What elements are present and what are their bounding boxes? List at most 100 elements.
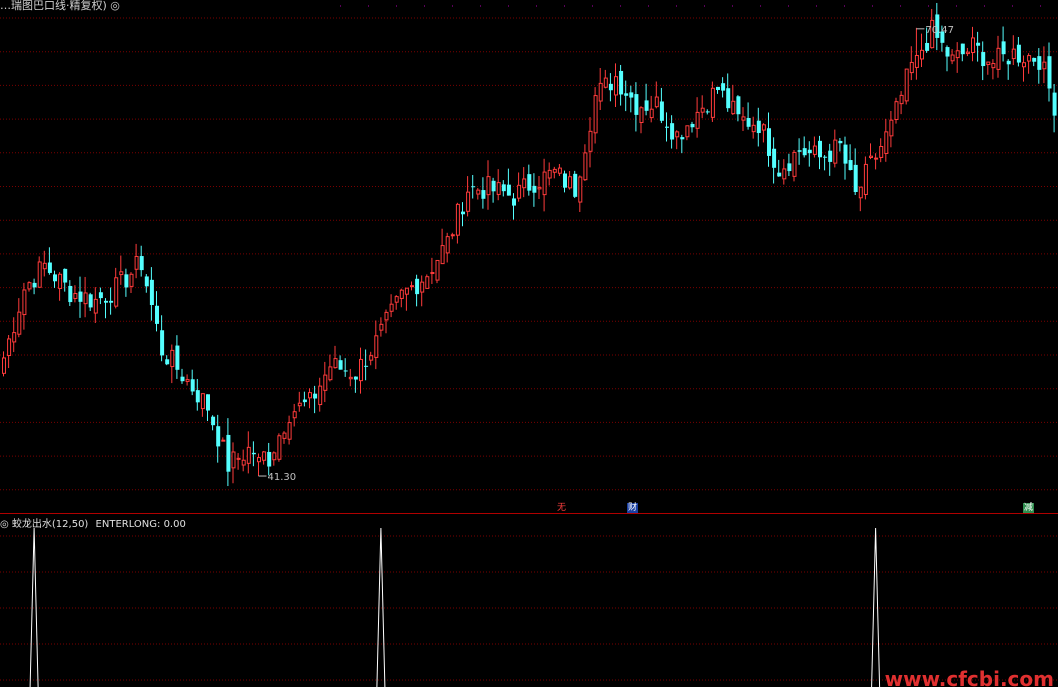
candle-down [787, 163, 792, 172]
candle-down [364, 365, 369, 367]
candle-down [104, 300, 108, 303]
candle-up [12, 332, 17, 343]
candle-down [53, 274, 57, 282]
candle-up [374, 335, 379, 358]
candle-up [27, 282, 32, 290]
candle-up [904, 68, 909, 102]
candle-down [190, 379, 195, 392]
candle-up [920, 49, 924, 60]
candle-down [78, 291, 83, 302]
candle-up [1042, 61, 1047, 70]
candle-up [389, 303, 394, 312]
candle-up [879, 146, 884, 158]
candle-down [807, 149, 812, 154]
main-price-chart[interactable]: 70.47 41.30 [0, 0, 1058, 514]
candle-up [22, 289, 27, 316]
candle-up [695, 111, 700, 129]
candle-down [746, 117, 751, 127]
candle-down [634, 94, 639, 115]
candle-up [200, 393, 205, 410]
candle-up [236, 457, 241, 460]
candle-up [874, 157, 879, 160]
candle-up [282, 432, 287, 439]
candle-down [216, 426, 221, 447]
candle-down [109, 300, 114, 303]
candle-up [58, 273, 63, 289]
candle-up [542, 171, 547, 196]
candle-down [338, 360, 343, 370]
candle-up [782, 168, 787, 180]
candle-up [369, 355, 374, 361]
candle-down [818, 140, 822, 158]
candle-up [588, 130, 593, 152]
candle-up [552, 168, 557, 173]
candle-up [83, 292, 88, 305]
event-marker-finance[interactable]: 财 [627, 503, 639, 513]
candle-up [914, 54, 919, 68]
candle-up [318, 385, 323, 406]
candle-down [797, 150, 802, 152]
candle-up [333, 358, 338, 369]
candle-up [410, 285, 414, 288]
candle-down [1001, 41, 1006, 55]
candle-up [593, 95, 598, 134]
candle-down [945, 47, 950, 57]
candle-down [353, 376, 358, 380]
candle-down [624, 93, 629, 96]
candle-up [277, 435, 282, 460]
candle-up [129, 273, 134, 287]
candle-down [180, 376, 185, 382]
candle-up [246, 446, 251, 464]
candle-down [838, 140, 843, 144]
candle-up [292, 411, 297, 419]
candle-down [1032, 57, 1037, 62]
candle-down [1016, 44, 1021, 63]
event-marker-none[interactable]: 无 [556, 503, 567, 513]
candle-up [73, 293, 78, 299]
candle-up [522, 178, 527, 189]
candle-down [415, 278, 420, 295]
candle-up [425, 276, 430, 289]
candle-up [710, 87, 715, 118]
candle-down [155, 305, 159, 324]
candle-up [328, 366, 333, 381]
candle-down [175, 345, 180, 370]
candle-down [211, 416, 216, 426]
event-marker-reduce[interactable]: 减 [1023, 503, 1035, 513]
candle-down [670, 123, 675, 140]
candle-up [257, 457, 261, 463]
candle-up [547, 169, 552, 179]
candle-down [925, 42, 930, 51]
candle-up [996, 47, 1001, 70]
candle-up [430, 272, 435, 275]
min-price-label: 41.30 [268, 472, 297, 483]
candle-down [823, 156, 828, 158]
candle-up [741, 116, 746, 121]
indicator-chart[interactable] [0, 516, 1058, 687]
candle-down [527, 174, 532, 191]
candle-up [17, 311, 22, 335]
candle-up [399, 289, 404, 299]
candle-down [144, 276, 149, 287]
candle-up [445, 236, 450, 254]
indicator-header: ◎ 蛟龙出水(12,50) ENTERLONG: 0.00 [0, 515, 186, 530]
candle-down [149, 279, 154, 306]
candle-down [165, 359, 170, 365]
indicator-name: ◎ 蛟龙出水(12,50) [0, 519, 89, 530]
candle-down [777, 172, 782, 177]
candle-down [88, 294, 93, 308]
candle-up [751, 124, 756, 133]
candle-up [308, 392, 312, 399]
candle-up [869, 155, 873, 158]
candle-up [731, 100, 736, 115]
candle-up [297, 402, 302, 407]
candle-up [2, 357, 6, 374]
candle-up [1027, 55, 1032, 62]
candle-down [976, 42, 981, 46]
candle-up [568, 176, 573, 189]
candle-up [761, 124, 766, 131]
candle-up [950, 54, 955, 62]
candle-up [262, 451, 267, 461]
candle-up [450, 234, 455, 237]
candle-down [608, 83, 613, 91]
